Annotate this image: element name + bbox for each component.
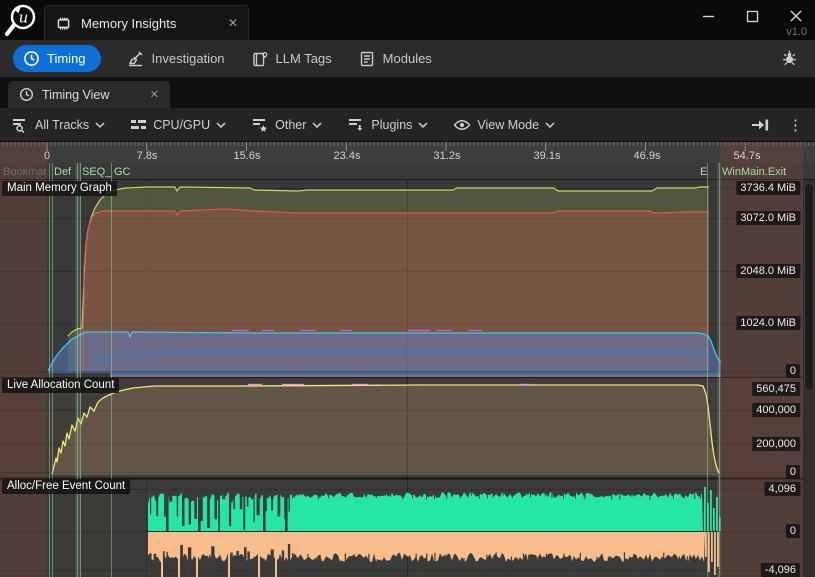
tab-llm-tags[interactable]: LLM Tags: [251, 50, 332, 68]
close-button[interactable]: [789, 9, 803, 23]
tracks-toolbar: All Tracks CPU/GPU: [0, 108, 815, 142]
tab-close-icon[interactable]: ✕: [228, 16, 238, 30]
dropdown-all-tracks[interactable]: All Tracks: [11, 117, 105, 133]
vertical-scrollbar[interactable]: [803, 180, 815, 577]
dropdown-other-label: Other: [275, 118, 306, 132]
tab-timing-label: Timing: [47, 51, 86, 66]
eye-icon: [453, 118, 471, 132]
dropdown-plugins[interactable]: Plugins: [347, 117, 428, 133]
chevron-down-icon: [95, 122, 105, 128]
tab-timing[interactable]: Timing: [13, 45, 101, 72]
chevron-down-icon: [216, 122, 226, 128]
tags-book-icon: [251, 50, 269, 68]
dropdown-view-mode[interactable]: View Mode: [453, 118, 555, 132]
filter-star-icon: [251, 117, 269, 133]
filter-search-icon: [11, 117, 29, 133]
tab-memory-insights[interactable]: Memory Insights ✕: [44, 5, 249, 40]
jump-to-end-icon[interactable]: [750, 117, 770, 133]
chevron-down-icon: [418, 122, 428, 128]
window-controls: [701, 9, 803, 23]
filter-download-icon: [347, 117, 365, 133]
chevron-down-icon: [312, 122, 322, 128]
clock-icon: [23, 50, 40, 67]
version-label: v1.0: [786, 26, 807, 38]
timeline-view[interactable]: 07.8s15.6s23.4s31.2s39.1s46.9s54.7sBookm…: [0, 142, 815, 577]
microscope-icon: [127, 50, 145, 68]
dropdown-view-mode-label: View Mode: [477, 118, 539, 132]
tab-investigation-label: Investigation: [152, 51, 225, 66]
tab-llm-tags-label: LLM Tags: [276, 51, 332, 66]
tab-modules-label: Modules: [383, 51, 432, 66]
document-tab-strip: Timing View ✕: [0, 78, 815, 108]
tab-timing-view[interactable]: Timing View ✕: [8, 81, 170, 108]
dropdown-cpu-gpu[interactable]: CPU/GPU: [130, 117, 226, 133]
chevron-down-icon: [545, 122, 555, 128]
scrollbar-thumb[interactable]: [804, 183, 814, 391]
main-toolbar: Timing Investigation LLM Tags: [0, 40, 815, 78]
tab-timing-view-label: Timing View: [42, 88, 109, 102]
dropdown-cpu-gpu-label: CPU/GPU: [153, 118, 210, 132]
dropdown-other[interactable]: Other: [251, 117, 322, 133]
debug-bug-icon[interactable]: [780, 49, 799, 68]
maximize-button[interactable]: [745, 9, 759, 23]
memory-insights-window: u Memory Insights ✕ v1.0: [0, 0, 815, 577]
dropdown-plugins-label: Plugins: [371, 118, 412, 132]
dropdown-all-tracks-label: All Tracks: [35, 118, 89, 132]
window-tab-title: Memory Insights: [81, 16, 176, 31]
track-lanes-icon: [130, 117, 147, 133]
memory-chip-icon: [55, 15, 72, 32]
minimize-button[interactable]: [701, 9, 715, 23]
tab-modules[interactable]: Modules: [358, 50, 432, 68]
more-options-icon[interactable]: ⋮: [788, 116, 803, 134]
modules-doc-icon: [358, 50, 376, 68]
unreal-insights-logo-icon: u: [2, 2, 40, 40]
tab-close-icon[interactable]: ✕: [150, 88, 159, 101]
clock-icon: [19, 87, 34, 102]
title-bar: u Memory Insights ✕ v1.0: [0, 0, 815, 40]
tab-investigation[interactable]: Investigation: [127, 50, 225, 68]
svg-text:u: u: [19, 9, 29, 27]
